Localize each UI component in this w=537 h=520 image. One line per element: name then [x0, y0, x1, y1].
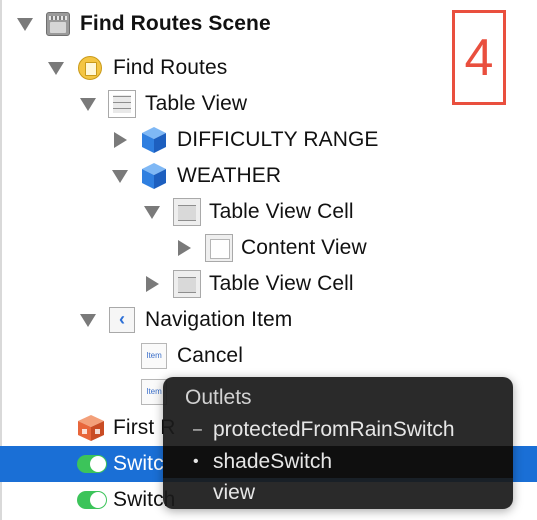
disclosure-triangle-icon[interactable] — [178, 240, 191, 256]
table-cell-icon — [173, 198, 201, 226]
switch-label: Switc — [113, 452, 164, 475]
disclosure-triangle-icon[interactable] — [144, 206, 160, 219]
switch-icon — [77, 455, 107, 473]
tree-row-section-difficulty[interactable]: DIFFICULTY RANGE — [0, 122, 537, 158]
content-view-label: Content View — [241, 236, 367, 259]
popup-title: Outlets — [185, 386, 252, 409]
scene-label: Find Routes Scene — [80, 12, 271, 35]
view-controller-label: Find Routes — [113, 56, 228, 79]
section-cube-icon — [142, 127, 166, 153]
navigation-item-icon: ‹ — [109, 307, 135, 333]
scene-icon — [46, 12, 70, 36]
disclosure-triangle-icon[interactable] — [17, 18, 33, 31]
outlet-label: shadeSwitch — [213, 450, 333, 473]
content-view-icon — [205, 234, 233, 262]
disclosure-triangle-icon[interactable] — [146, 276, 159, 292]
outlets-popup: Outlets – protectedFromRainSwitch • shad… — [163, 377, 513, 509]
disclosure-triangle-icon[interactable] — [114, 132, 127, 148]
tree-row-cell[interactable]: Table View Cell — [0, 194, 537, 230]
outlet-item-view[interactable]: view — [163, 477, 513, 509]
section-cube-icon — [142, 163, 166, 189]
disclosure-triangle-icon[interactable] — [48, 62, 64, 75]
table-view-icon — [108, 90, 136, 118]
cell-label: Table View Cell — [209, 200, 354, 223]
cell-label: Table View Cell — [209, 272, 354, 295]
cancel-item-label: Cancel — [177, 344, 243, 367]
outlet-dash-marker: – — [193, 421, 202, 438]
disclosure-triangle-icon[interactable] — [80, 314, 96, 327]
first-responder-icon — [78, 415, 104, 441]
disclosure-triangle-icon[interactable] — [80, 98, 96, 111]
outlet-bullet-marker: • — [193, 453, 199, 470]
bar-button-item-icon: Item — [141, 343, 167, 369]
outlet-label: view — [213, 481, 256, 504]
tree-row-navigation-item[interactable]: ‹ Navigation Item — [0, 302, 537, 338]
tree-row-cell[interactable]: Table View Cell — [0, 266, 537, 302]
section-difficulty-label: DIFFICULTY RANGE — [177, 128, 379, 151]
disclosure-triangle-icon[interactable] — [112, 170, 128, 183]
outlet-item-protected-from-rain-switch[interactable]: – protectedFromRainSwitch — [163, 414, 513, 446]
outlet-item-shade-switch[interactable]: • shadeSwitch — [163, 446, 513, 478]
tree-row-section-weather[interactable]: WEATHER — [0, 158, 537, 194]
view-controller-icon — [78, 56, 102, 80]
table-view-label: Table View — [145, 92, 248, 115]
navigation-item-label: Navigation Item — [145, 308, 293, 331]
tree-row-content-view[interactable]: Content View — [0, 230, 537, 266]
tree-row-bar-button-item[interactable]: Item Cancel — [0, 338, 537, 374]
annotation-number-badge: 4 — [452, 10, 506, 105]
outlet-label: protectedFromRainSwitch — [213, 418, 455, 441]
table-cell-icon — [173, 270, 201, 298]
section-weather-label: WEATHER — [177, 164, 282, 187]
switch-icon — [77, 491, 107, 509]
